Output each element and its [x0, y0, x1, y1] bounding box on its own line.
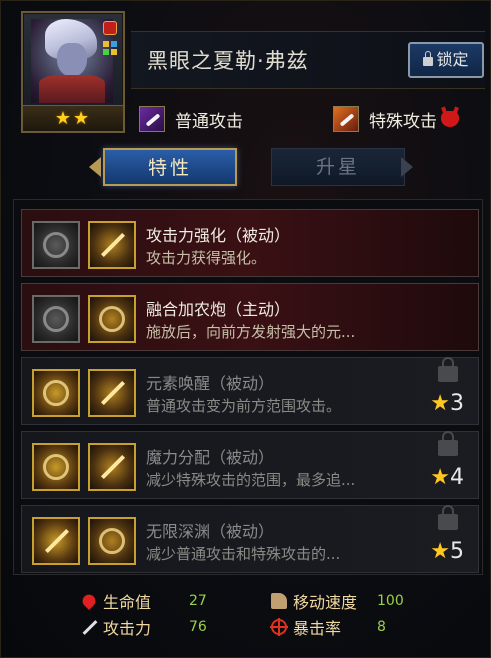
star-requirement: ★5 — [430, 540, 464, 564]
character-portrait[interactable]: ★★ — [21, 11, 125, 133]
skill-title: 魔力分配（被动） — [146, 448, 275, 467]
lock-button[interactable]: 锁定 — [408, 42, 484, 78]
element-grid-icon — [103, 41, 117, 55]
runner-skill-icon — [32, 517, 80, 565]
portrait-head — [57, 43, 87, 77]
character-stars: ★★ — [23, 105, 123, 131]
normal-attack[interactable]: 普通攻击 — [139, 105, 243, 133]
star-requirement-value: 5 — [450, 539, 464, 564]
skill-title: 元素唤醒（被动） — [146, 374, 275, 393]
normal-attack-label: 普通攻击 — [175, 111, 243, 132]
skill-row[interactable]: 无限深渊（被动） 减少普通攻击和特殊攻击的... ★5 — [21, 505, 479, 573]
skill-description: 减少普通攻击和特殊攻击的... — [146, 545, 341, 563]
heart-icon — [79, 591, 99, 611]
special-attack-icon — [333, 106, 359, 132]
sword-icon — [81, 619, 97, 635]
star-icon: ★ — [430, 391, 450, 416]
stat-speed-value: 100 — [377, 593, 404, 609]
lock-icon — [438, 431, 458, 456]
crosshair-skill-icon — [32, 221, 80, 269]
star-requirement-value: 4 — [450, 465, 464, 490]
demon-icon — [441, 111, 459, 127]
abyss-skill-icon — [88, 517, 136, 565]
tab-upgrade[interactable]: 升星 — [271, 148, 405, 186]
skill-description: 攻击力获得强化。 — [146, 249, 267, 267]
sword-power-skill-icon — [88, 221, 136, 269]
stat-attack-value: 76 — [189, 619, 207, 635]
stat-hp-label: 生命值 — [103, 593, 152, 612]
stat-speed-label: 移动速度 — [293, 593, 358, 612]
tab-traits[interactable]: 特性 — [103, 148, 237, 186]
horn-skill-icon — [88, 369, 136, 417]
lock-icon — [438, 357, 458, 382]
star-requirement: ★4 — [430, 466, 464, 490]
stat-crit: 暴击率 8 — [270, 615, 386, 639]
stat-speed: 移动速度 100 — [271, 589, 404, 613]
star-requirement: ★3 — [430, 392, 464, 416]
skill-row[interactable]: 元素唤醒（被动） 普通攻击变为前方范围攻击。 ★3 — [21, 357, 479, 425]
normal-attack-icon — [139, 106, 165, 132]
stat-hp-value: 27 — [189, 593, 207, 609]
stats-section: 生命值 27 攻击力 76 移动速度 100 暴击率 8 — [75, 585, 425, 645]
portrait-body — [39, 75, 105, 103]
skill-row[interactable]: 魔力分配（被动） 减少特殊攻击的范围，最多追... ★4 — [21, 431, 479, 499]
skill-description: 普通攻击变为前方范围攻击。 — [146, 397, 342, 415]
skill-row[interactable]: 攻击力强化（被动） 攻击力获得强化。 — [21, 209, 479, 277]
skill-description: 减少特殊攻击的范围，最多追... — [146, 471, 356, 489]
lock-button-label: 锁定 — [436, 50, 469, 69]
skill-title: 攻击力强化（被动） — [146, 226, 291, 245]
burst-skill-icon — [32, 295, 80, 343]
character-name: 黑眼之夏勒·弗兹 — [147, 49, 309, 73]
special-attack-label: 特殊攻击 — [369, 111, 437, 132]
stat-attack: 攻击力 76 — [81, 615, 207, 639]
skill-row[interactable]: 融合加农炮（主动） 施放后，向前方发射强大的元... — [21, 283, 479, 351]
tab-right-arrow-icon — [401, 157, 413, 177]
stat-crit-label: 暴击率 — [293, 619, 342, 638]
atom-cannon-skill-icon — [88, 295, 136, 343]
star-icon: ★ — [430, 539, 450, 564]
star-icon: ★ — [430, 465, 450, 490]
demon-class-icon — [103, 21, 117, 35]
character-panel: ★★ 黑眼之夏勒·弗兹 锁定 普通攻击 特殊攻击 特性 升星 攻击力强化（被动）… — [0, 0, 491, 658]
star-requirement-value: 3 — [450, 391, 464, 416]
stat-crit-value: 8 — [377, 619, 386, 635]
skill-title: 融合加农炮（主动） — [146, 300, 291, 319]
tab-left-arrow-icon — [89, 157, 101, 177]
mana-split-skill-icon — [32, 443, 80, 491]
blade-skill-icon — [88, 443, 136, 491]
lock-icon — [438, 505, 458, 530]
crosshair-icon — [270, 618, 288, 636]
lock-icon — [423, 51, 434, 66]
special-attack[interactable]: 特殊攻击 — [333, 105, 459, 133]
element-wake-skill-icon — [32, 369, 80, 417]
skill-description: 施放后，向前方发射强大的元... — [146, 323, 356, 341]
skill-title: 无限深渊（被动） — [146, 522, 275, 541]
stat-attack-label: 攻击力 — [103, 619, 152, 638]
stat-hp: 生命值 27 — [79, 589, 207, 613]
boot-icon — [271, 593, 287, 609]
